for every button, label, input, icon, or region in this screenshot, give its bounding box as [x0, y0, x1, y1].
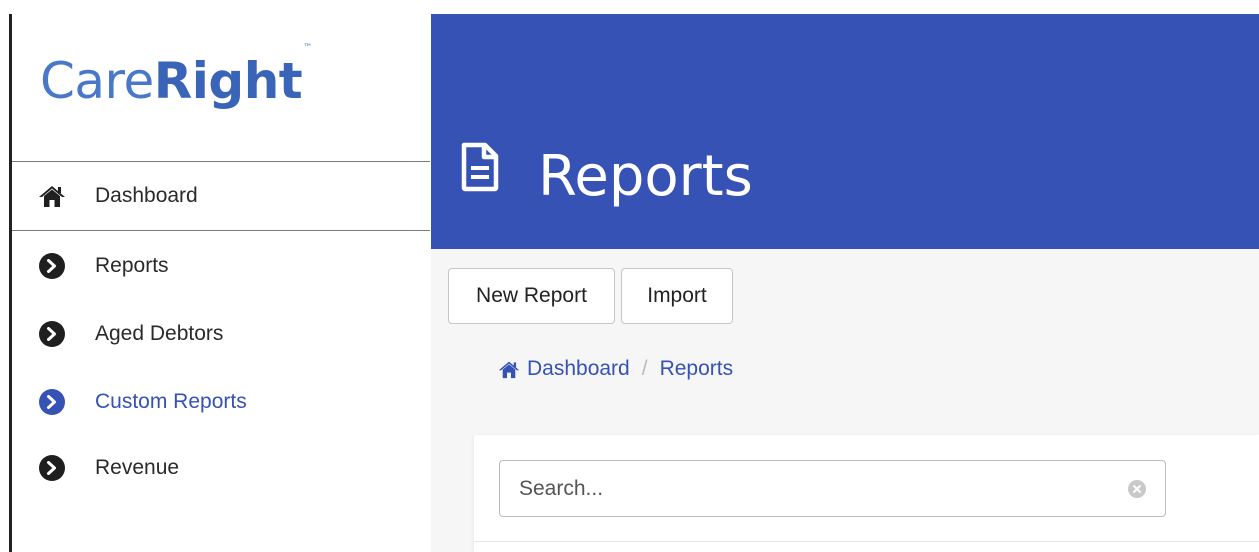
logo-text-right: Right	[153, 52, 303, 110]
sidebar-item-aged-debtors[interactable]: Aged Debtors	[38, 316, 408, 352]
main-content: New Report Import Dashboard / Reports	[431, 249, 1259, 552]
sidebar-item-reports[interactable]: Reports	[38, 248, 408, 284]
reports-card	[474, 435, 1259, 552]
new-report-button[interactable]: New Report	[448, 268, 615, 324]
import-button[interactable]: Import	[621, 268, 733, 324]
sidebar-item-label: Aged Debtors	[95, 322, 224, 345]
trademark-symbol: ™	[303, 43, 312, 54]
chevron-circle-right-icon	[38, 388, 66, 416]
home-icon	[38, 182, 66, 210]
sidebar-item-label: Dashboard	[95, 184, 198, 207]
careright-logo: CareRight™	[40, 44, 312, 106]
sidebar-divider-top	[12, 161, 430, 162]
sidebar-item-custom-reports[interactable]: Custom Reports	[38, 384, 408, 420]
document-icon	[460, 142, 500, 197]
page-title: Reports	[538, 144, 753, 209]
logo-text-care: Care	[40, 52, 154, 110]
chevron-circle-right-icon	[38, 454, 66, 482]
breadcrumb-dashboard-label: Dashboard	[527, 357, 630, 380]
search-box	[499, 460, 1166, 517]
sidebar-item-label: Reports	[95, 254, 169, 277]
breadcrumb-reports-link[interactable]: Reports	[660, 357, 734, 381]
breadcrumb: Dashboard / Reports	[498, 357, 733, 381]
card-divider	[474, 541, 1259, 542]
sidebar-item-revenue[interactable]: Revenue	[38, 450, 408, 486]
sidebar-divider-bottom	[12, 230, 430, 231]
page-header: Reports	[431, 14, 1259, 249]
sidebar: CareRight™ Dashboard Reports Aged Debtor…	[12, 0, 430, 552]
sidebar-item-dashboard[interactable]: Dashboard	[38, 178, 408, 214]
sidebar-item-label: Custom Reports	[95, 390, 247, 413]
search-input[interactable]	[500, 461, 1120, 516]
chevron-circle-right-icon	[38, 320, 66, 348]
sidebar-item-label: Revenue	[95, 456, 180, 479]
breadcrumb-dashboard-link[interactable]: Dashboard	[498, 357, 630, 381]
home-icon	[498, 360, 520, 379]
chevron-circle-right-icon	[38, 252, 66, 280]
breadcrumb-separator: /	[641, 357, 648, 380]
clear-search-icon[interactable]	[1128, 480, 1146, 498]
